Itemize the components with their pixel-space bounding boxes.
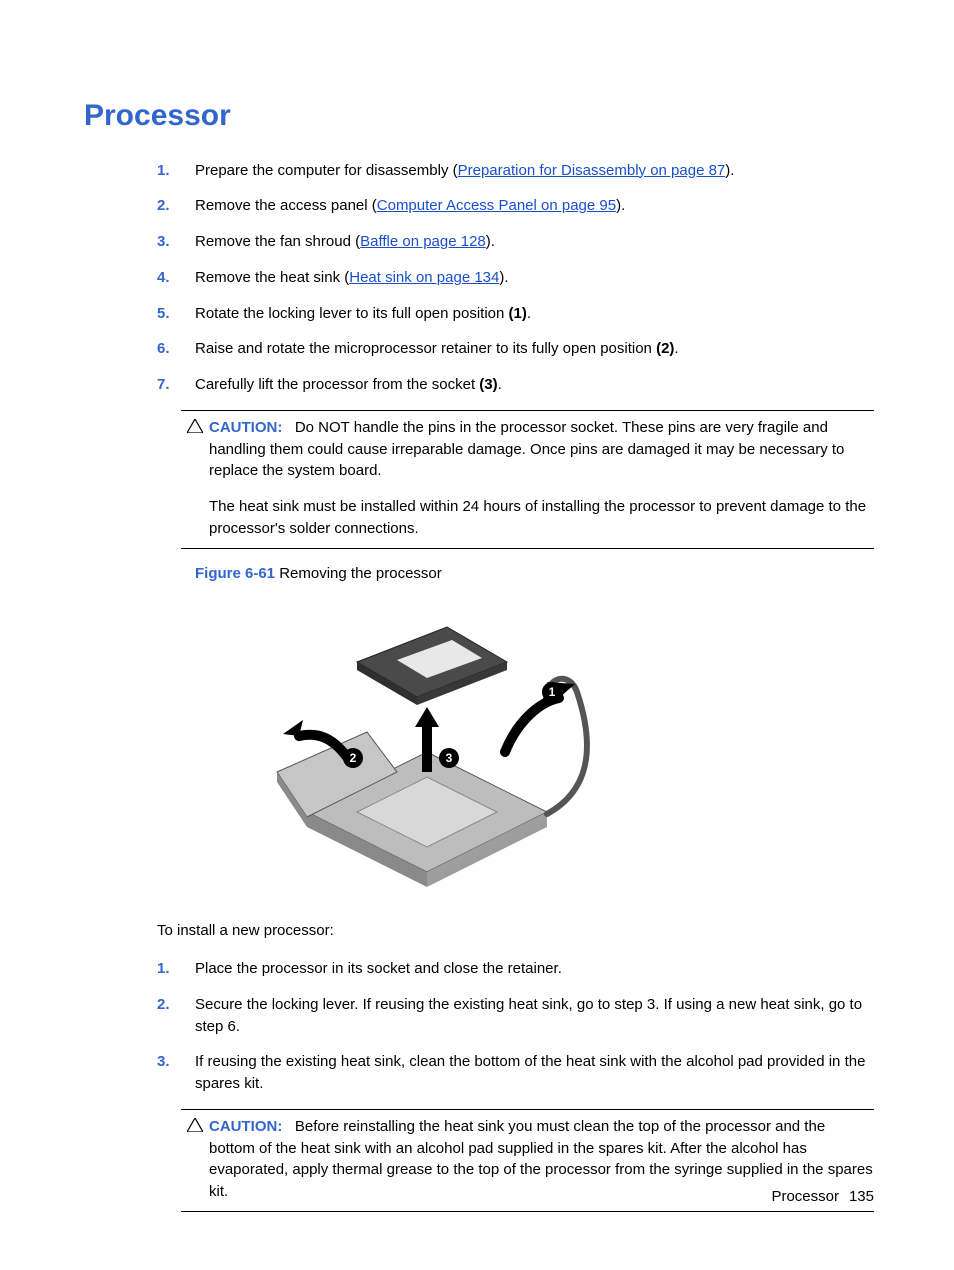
page-title: Processor — [84, 94, 874, 138]
step-text: Rotate the locking lever to its full ope… — [195, 305, 509, 322]
install-steps: 1. Place the processor in its socket and… — [157, 958, 874, 1095]
page-footer: Processor 135 — [771, 1186, 874, 1208]
step-item: 1. Place the processor in its socket and… — [157, 958, 874, 980]
step-number: 4. — [157, 267, 195, 289]
step-number: 3. — [157, 1051, 195, 1095]
step-number: 1. — [157, 160, 195, 182]
step-text: Prepare the computer for disassembly ( — [195, 162, 458, 179]
caution-box: CAUTION: Before reinstalling the heat si… — [181, 1109, 874, 1212]
step-number: 2. — [157, 195, 195, 217]
step-item: 7. Carefully lift the processor from the… — [157, 374, 874, 396]
caution-icon — [187, 419, 203, 433]
step-item: 4. Remove the heat sink (Heat sink on pa… — [157, 267, 874, 289]
footer-section: Processor — [771, 1188, 839, 1205]
step-item: 1. Prepare the computer for disassembly … — [157, 160, 874, 182]
step-text: If reusing the existing heat sink, clean… — [195, 1051, 874, 1095]
step-number: 2. — [157, 994, 195, 1038]
xref-link[interactable]: Heat sink on page 134 — [349, 269, 499, 286]
step-item: 2. Remove the access panel (Computer Acc… — [157, 195, 874, 217]
step-number: 1. — [157, 958, 195, 980]
removal-steps: 1. Prepare the computer for disassembly … — [157, 160, 874, 396]
step-text: Secure the locking lever. If reusing the… — [195, 994, 874, 1038]
step-text: Remove the heat sink ( — [195, 269, 349, 286]
xref-link[interactable]: Baffle on page 128 — [360, 233, 486, 250]
page-number: 135 — [849, 1188, 874, 1205]
figure-image: 1 2 3 — [247, 602, 607, 902]
install-intro: To install a new processor: — [157, 920, 874, 942]
caution-icon — [187, 1118, 203, 1132]
step-text: Remove the fan shroud ( — [195, 233, 360, 250]
caution-label: CAUTION: — [209, 1118, 282, 1135]
caution-text: Do NOT handle the pins in the processor … — [209, 419, 844, 480]
step-item: 6. Raise and rotate the microprocessor r… — [157, 338, 874, 360]
step-number: 6. — [157, 338, 195, 360]
step-text: Remove the access panel ( — [195, 197, 377, 214]
figure-title: Removing the processor — [275, 565, 442, 582]
xref-link[interactable]: Preparation for Disassembly on page 87 — [458, 162, 726, 179]
step-text: Raise and rotate the microprocessor reta… — [195, 340, 656, 357]
step-item: 5. Rotate the locking lever to its full … — [157, 303, 874, 325]
figure-number: Figure 6-61 — [195, 565, 275, 582]
figure-caption: Figure 6-61 Removing the processor — [195, 563, 874, 585]
caution-text: The heat sink must be installed within 2… — [209, 496, 874, 540]
step-number: 7. — [157, 374, 195, 396]
step-text: Carefully lift the processor from the so… — [195, 376, 479, 393]
step-item: 2. Secure the locking lever. If reusing … — [157, 994, 874, 1038]
step-item: 3. Remove the fan shroud (Baffle on page… — [157, 231, 874, 253]
caution-box: CAUTION: Do NOT handle the pins in the p… — [181, 410, 874, 549]
xref-link[interactable]: Computer Access Panel on page 95 — [377, 197, 616, 214]
caution-label: CAUTION: — [209, 419, 282, 436]
step-number: 3. — [157, 231, 195, 253]
step-number: 5. — [157, 303, 195, 325]
step-text: Place the processor in its socket and cl… — [195, 958, 874, 980]
step-item: 3. If reusing the existing heat sink, cl… — [157, 1051, 874, 1095]
